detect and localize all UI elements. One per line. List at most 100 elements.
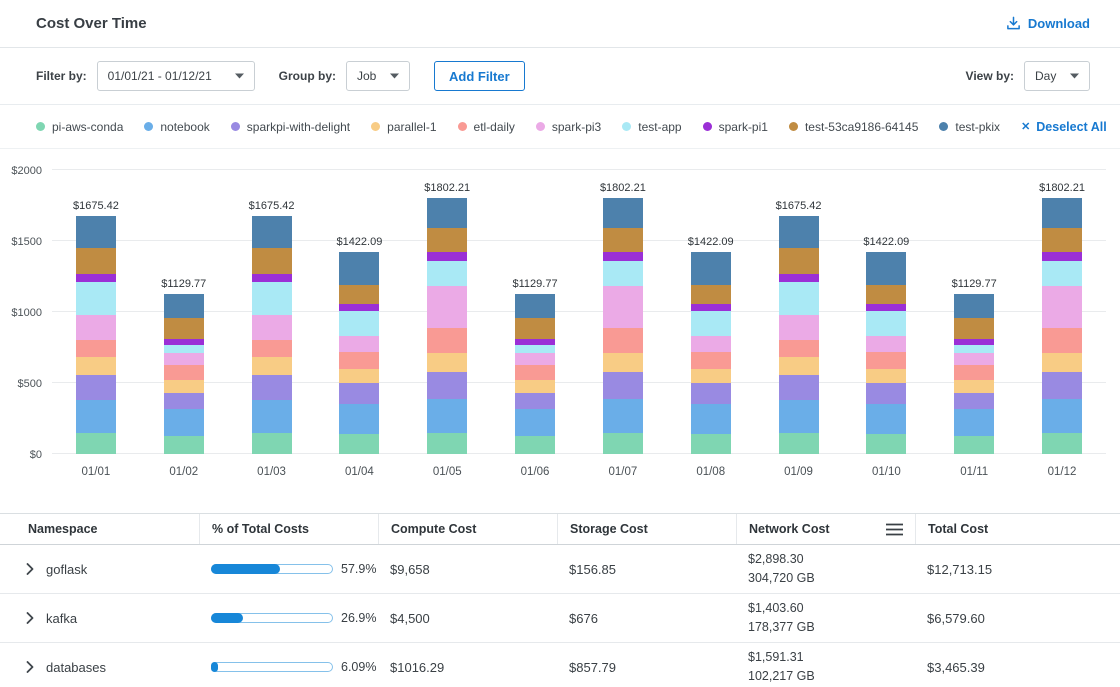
bar-segment-notebook[interactable]	[954, 409, 994, 436]
bar-segment-test-53ca9186-64145[interactable]	[779, 248, 819, 274]
bar-segment-spark-pi1[interactable]	[866, 304, 906, 311]
legend-item-spark-pi1[interactable]: spark-pi1	[703, 120, 768, 134]
bar-segment-test-pkix[interactable]	[164, 294, 204, 318]
bar-segment-spark-pi3[interactable]	[603, 286, 643, 327]
bar-segment-parallel-1[interactable]	[866, 369, 906, 383]
bar-segment-sparkpi-with-delight[interactable]	[691, 383, 731, 404]
bar-segment-notebook[interactable]	[866, 404, 906, 434]
bar-segment-notebook[interactable]	[252, 400, 292, 433]
bar-segment-test-53ca9186-64145[interactable]	[866, 285, 906, 303]
legend-item-test-53ca9186-64145[interactable]: test-53ca9186-64145	[789, 120, 918, 134]
bar-segment-sparkpi-with-delight[interactable]	[1042, 372, 1082, 399]
bar-segment-test-app[interactable]	[954, 345, 994, 354]
bar-segment-sparkpi-with-delight[interactable]	[339, 383, 379, 404]
bar-segment-spark-pi1[interactable]	[339, 304, 379, 311]
bar-segment-notebook[interactable]	[603, 399, 643, 433]
bar-segment-spark-pi1[interactable]	[691, 304, 731, 311]
bar-segment-test-53ca9186-64145[interactable]	[164, 318, 204, 339]
bar-segment-test-app[interactable]	[427, 261, 467, 287]
bar-segment-test-app[interactable]	[691, 311, 731, 337]
bar-segment-test-app[interactable]	[515, 345, 555, 354]
bar-segment-test-app[interactable]	[779, 282, 819, 315]
bar-segment-spark-pi3[interactable]	[954, 353, 994, 364]
stacked-bar[interactable]	[603, 198, 643, 454]
bar-segment-notebook[interactable]	[1042, 399, 1082, 433]
bar-segment-test-app[interactable]	[866, 311, 906, 337]
bar-segment-test-53ca9186-64145[interactable]	[515, 318, 555, 339]
bar-segment-test-pkix[interactable]	[779, 216, 819, 248]
stacked-bar[interactable]	[866, 252, 906, 454]
bar-segment-notebook[interactable]	[339, 404, 379, 434]
bar-segment-spark-pi3[interactable]	[427, 286, 467, 327]
bar-segment-pi-aws-conda[interactable]	[252, 433, 292, 454]
bar-segment-sparkpi-with-delight[interactable]	[954, 393, 994, 409]
legend-item-spark-pi3[interactable]: spark-pi3	[536, 120, 601, 134]
bar-segment-parallel-1[interactable]	[164, 380, 204, 393]
bar-segment-test-app[interactable]	[76, 282, 116, 315]
bar-segment-sparkpi-with-delight[interactable]	[427, 372, 467, 399]
bar-segment-test-53ca9186-64145[interactable]	[603, 228, 643, 252]
bar-segment-test-pkix[interactable]	[515, 294, 555, 318]
bar-segment-etl-daily[interactable]	[1042, 328, 1082, 354]
bar-segment-sparkpi-with-delight[interactable]	[76, 375, 116, 401]
bar-segment-parallel-1[interactable]	[691, 369, 731, 383]
bar-segment-notebook[interactable]	[76, 400, 116, 433]
bar-segment-spark-pi3[interactable]	[76, 315, 116, 341]
legend-item-parallel-1[interactable]: parallel-1	[371, 120, 436, 134]
chevron-right-icon[interactable]	[26, 612, 34, 624]
bar-segment-pi-aws-conda[interactable]	[691, 434, 731, 454]
bar-segment-sparkpi-with-delight[interactable]	[515, 393, 555, 409]
table-row[interactable]: kafka 26.9% $4,500 $676 $1,403.60 178,37…	[0, 594, 1120, 643]
bar-segment-pi-aws-conda[interactable]	[515, 436, 555, 454]
bar-segment-test-53ca9186-64145[interactable]	[954, 318, 994, 339]
bar-segment-test-53ca9186-64145[interactable]	[1042, 228, 1082, 252]
legend-item-etl-daily[interactable]: etl-daily	[458, 120, 515, 134]
bar-segment-test-53ca9186-64145[interactable]	[76, 248, 116, 274]
bar-segment-spark-pi3[interactable]	[866, 336, 906, 352]
bar-segment-test-app[interactable]	[1042, 261, 1082, 287]
bar-segment-spark-pi3[interactable]	[691, 336, 731, 352]
bar-segment-parallel-1[interactable]	[954, 380, 994, 393]
stacked-bar[interactable]	[427, 198, 467, 454]
bar-segment-test-pkix[interactable]	[603, 198, 643, 228]
bar-segment-notebook[interactable]	[691, 404, 731, 434]
stacked-bar[interactable]	[515, 294, 555, 454]
bar-segment-notebook[interactable]	[779, 400, 819, 433]
stacked-bar[interactable]	[779, 216, 819, 454]
bar-segment-parallel-1[interactable]	[603, 353, 643, 371]
bar-segment-pi-aws-conda[interactable]	[76, 433, 116, 454]
bar-segment-sparkpi-with-delight[interactable]	[252, 375, 292, 401]
bar-segment-test-pkix[interactable]	[339, 252, 379, 285]
column-settings-icon[interactable]	[886, 523, 903, 536]
chevron-right-icon[interactable]	[26, 563, 34, 575]
bar-segment-parallel-1[interactable]	[427, 353, 467, 371]
bar-segment-etl-daily[interactable]	[76, 340, 116, 357]
bar-segment-spark-pi3[interactable]	[252, 315, 292, 341]
bar-segment-spark-pi1[interactable]	[427, 252, 467, 261]
bar-segment-spark-pi3[interactable]	[339, 336, 379, 352]
bar-segment-test-pkix[interactable]	[427, 198, 467, 228]
bar-segment-pi-aws-conda[interactable]	[779, 433, 819, 454]
bar-segment-etl-daily[interactable]	[866, 352, 906, 369]
bar-segment-sparkpi-with-delight[interactable]	[866, 383, 906, 404]
bar-segment-test-pkix[interactable]	[954, 294, 994, 318]
view-by-select[interactable]: Day	[1024, 61, 1090, 91]
bar-segment-test-pkix[interactable]	[1042, 198, 1082, 228]
bar-segment-test-pkix[interactable]	[76, 216, 116, 248]
bar-segment-test-pkix[interactable]	[691, 252, 731, 285]
bar-segment-test-pkix[interactable]	[866, 252, 906, 285]
download-button[interactable]: Download	[1006, 16, 1090, 31]
stacked-bar[interactable]	[691, 252, 731, 454]
bar-segment-test-app[interactable]	[339, 311, 379, 337]
bar-segment-test-app[interactable]	[164, 345, 204, 354]
legend-item-sparkpi-with-delight[interactable]: sparkpi-with-delight	[231, 120, 350, 134]
bar-segment-spark-pi1[interactable]	[779, 274, 819, 283]
bar-segment-etl-daily[interactable]	[603, 328, 643, 354]
bar-segment-parallel-1[interactable]	[76, 357, 116, 374]
bar-segment-etl-daily[interactable]	[691, 352, 731, 369]
stacked-bar[interactable]	[252, 216, 292, 454]
legend-item-pi-aws-conda[interactable]: pi-aws-conda	[36, 120, 123, 134]
bar-segment-notebook[interactable]	[427, 399, 467, 433]
bar-segment-pi-aws-conda[interactable]	[866, 434, 906, 454]
bar-segment-spark-pi3[interactable]	[515, 353, 555, 364]
